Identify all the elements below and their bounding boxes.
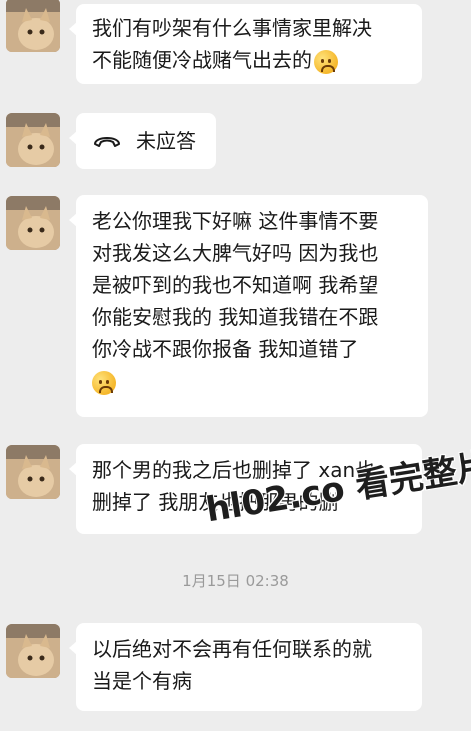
- cat-avatar-icon: [6, 445, 60, 499]
- cat-avatar-icon: [6, 113, 60, 167]
- bubble-tail: [69, 462, 77, 476]
- cat-avatar-icon: [6, 0, 60, 52]
- avatar[interactable]: [6, 0, 60, 52]
- message-line: 以后绝对不会再有任何联系的就: [92, 637, 372, 661]
- message-line: 是被吓到的我也不知道啊 我希望: [92, 273, 379, 297]
- call-bubble[interactable]: 未应答: [69, 113, 216, 169]
- message-line: 对我发这么大脾气好吗 因为我也: [92, 241, 379, 265]
- call-status-text: 未应答: [136, 129, 196, 153]
- bubble-tail: [69, 131, 77, 145]
- phone-hangup-icon: [94, 137, 120, 147]
- cat-avatar-icon: [6, 624, 60, 678]
- message-line: 老公你理我下好嘛 这件事情不要: [92, 209, 379, 233]
- message-line: 我们有吵架有什么事情家里解决: [92, 16, 372, 40]
- worried-face-emoji: [314, 49, 338, 74]
- message-bubble[interactable]: 我们有吵架有什么事情家里解决 不能随便冷战赌气出去的: [69, 4, 422, 84]
- message-line: [92, 365, 412, 397]
- frowning-face-emoji: [92, 370, 116, 395]
- message-line: 你能安慰我的 我知道我错在不跟: [92, 305, 379, 329]
- bubble-tail: [69, 641, 77, 655]
- avatar[interactable]: [6, 624, 60, 678]
- bubble-tail: [69, 22, 77, 36]
- message-line: 当是个有病: [92, 669, 192, 693]
- cat-avatar-icon: [6, 196, 60, 250]
- call-record: 未应答: [92, 125, 200, 157]
- timestamp: 1月15日 02:38: [182, 572, 289, 590]
- message-line: 你冷战不跟你报备 我知道错了: [92, 337, 359, 361]
- avatar[interactable]: [6, 196, 60, 250]
- message-bubble[interactable]: 老公你理我下好嘛 这件事情不要 对我发这么大脾气好吗 因为我也 是被吓到的我也不…: [69, 195, 428, 417]
- message-line: 不能随便冷战赌气出去的: [92, 44, 406, 76]
- avatar[interactable]: [6, 445, 60, 499]
- bubble-tail: [69, 213, 77, 227]
- message-bubble[interactable]: 以后绝对不会再有任何联系的就 当是个有病: [69, 623, 422, 711]
- avatar[interactable]: [6, 113, 60, 167]
